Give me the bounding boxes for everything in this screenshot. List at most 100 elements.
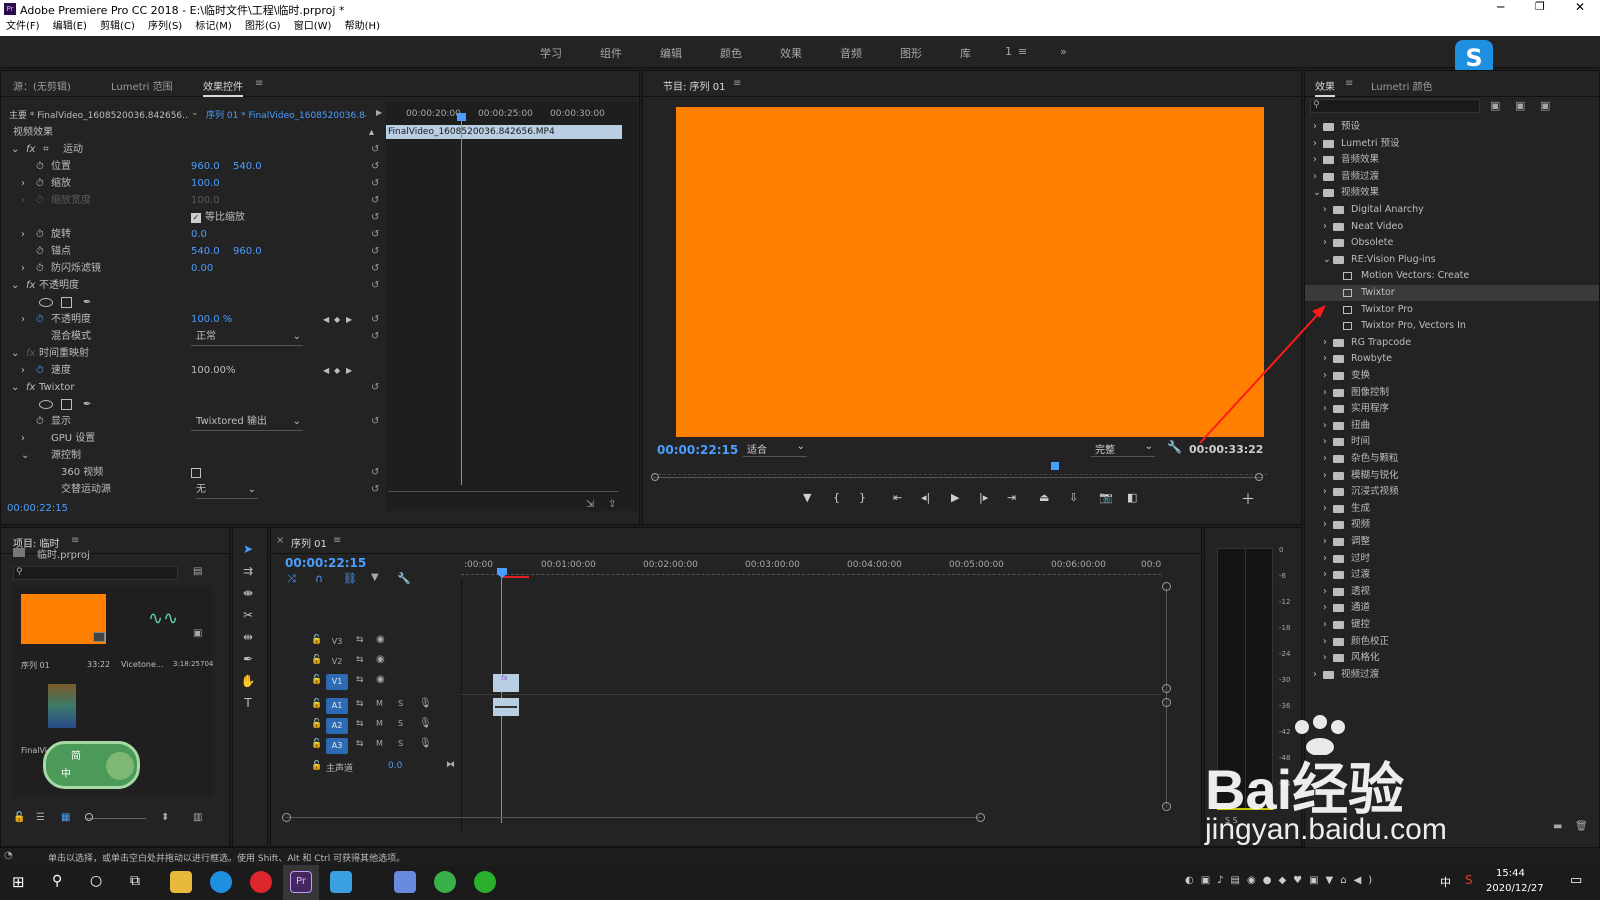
- effects-tree-item[interactable]: › 图像控制: [1305, 385, 1599, 401]
- lock-icon[interactable]: 🔓: [13, 812, 25, 823]
- chevron-right-icon[interactable]: ›: [1323, 484, 1327, 500]
- pen-mask-icon[interactable]: ✒: [83, 294, 91, 311]
- panel-menu-icon[interactable]: ≡: [1345, 78, 1353, 89]
- chevron-right-icon[interactable]: ›: [1313, 169, 1317, 185]
- effects-tree-item[interactable]: › Neat Video: [1305, 219, 1599, 235]
- reset-icon[interactable]: ↺: [371, 209, 379, 226]
- program-video-frame[interactable]: [676, 107, 1264, 437]
- effects-tree-item[interactable]: › 时间: [1305, 434, 1599, 450]
- chevron-right-icon[interactable]: ›: [21, 362, 25, 379]
- reset-icon[interactable]: ↺: [371, 464, 379, 481]
- chevron-right-icon[interactable]: ›: [1323, 634, 1327, 650]
- ellipse-mask-icon[interactable]: [39, 400, 53, 409]
- chevron-right-icon[interactable]: ›: [21, 226, 25, 243]
- mark-out-icon[interactable]: }: [859, 491, 866, 504]
- gpu-row[interactable]: › GPU 设置: [1, 430, 386, 447]
- chevron-right-icon[interactable]: ›: [1323, 418, 1327, 434]
- time-remap-row[interactable]: ⌄ fx 时间重映射: [1, 345, 386, 362]
- program-time-ruler[interactable]: [653, 467, 1268, 475]
- clip-bar[interactable]: FinalVideo_1608520036.842656.MP4: [386, 125, 622, 139]
- clock-time[interactable]: 15:44: [1496, 868, 1525, 879]
- effects-tree-item[interactable]: Motion Vectors: Create: [1305, 268, 1599, 284]
- razor-tool-icon[interactable]: ✂: [238, 608, 258, 626]
- solo-button[interactable]: S: [398, 719, 403, 728]
- speed-value[interactable]: 100.00%: [191, 362, 236, 379]
- sync-lock-icon[interactable]: ⇆: [356, 699, 364, 709]
- workspace-audio[interactable]: 音频: [840, 45, 862, 61]
- sort-icon[interactable]: ⬍: [161, 812, 169, 823]
- effects-tree-item[interactable]: › 过渡: [1305, 567, 1599, 583]
- chevron-right-icon[interactable]: ›: [1323, 468, 1327, 484]
- chevron-right-icon[interactable]: ›: [1313, 152, 1317, 168]
- scroll-handle-mid[interactable]: [1162, 684, 1171, 693]
- effects-tree-item[interactable]: › 杂色与颗粒: [1305, 451, 1599, 467]
- prev-keyframe-icon[interactable]: ◀: [323, 362, 329, 379]
- reset-icon[interactable]: ↺: [371, 311, 379, 328]
- sync-lock-icon[interactable]: ⇆: [356, 675, 364, 685]
- settings-wrench-icon[interactable]: 🔧: [397, 572, 411, 585]
- zoom-handle-left[interactable]: [651, 473, 659, 481]
- chevron-right-icon[interactable]: ›: [1323, 617, 1327, 633]
- close-icon[interactable]: ×: [276, 535, 284, 546]
- icon-view-icon[interactable]: ▦: [61, 812, 70, 823]
- ime-badge[interactable]: 简 中: [43, 741, 140, 789]
- effects-tree-item[interactable]: › 预设: [1305, 119, 1599, 135]
- effects-tree-item[interactable]: › 过时: [1305, 551, 1599, 567]
- go-to-end-icon[interactable]: ⧓: [446, 760, 455, 770]
- fit-dropdown[interactable]: 适合 ⌄: [743, 441, 807, 457]
- playhead-handle[interactable]: [457, 113, 466, 121]
- workspace-graphics[interactable]: 图形: [900, 45, 922, 61]
- lock-icon[interactable]: 🔓: [311, 761, 322, 771]
- ellipse-mask-icon[interactable]: [39, 298, 53, 307]
- lock-icon[interactable]: 🔓: [311, 635, 322, 645]
- work-area-bar[interactable]: [501, 576, 529, 578]
- zoom-handle-right[interactable]: [1255, 473, 1263, 481]
- chevron-right-icon[interactable]: ›: [1323, 451, 1327, 467]
- reset-icon[interactable]: ↺: [371, 141, 379, 158]
- audio-item-name[interactable]: Vicetone...: [121, 660, 164, 669]
- menu-edit[interactable]: 编辑(E): [53, 18, 87, 36]
- reset-icon[interactable]: ↺: [371, 175, 379, 192]
- stopwatch-icon[interactable]: ⏱: [36, 158, 44, 175]
- chevron-right-icon[interactable]: ›: [1323, 385, 1327, 401]
- chevron-right-icon[interactable]: ›: [21, 311, 25, 328]
- track-label[interactable]: A1: [326, 698, 348, 714]
- chevron-down-icon[interactable]: ⌄: [1323, 252, 1331, 268]
- workspace-learn[interactable]: 学习: [540, 45, 562, 61]
- chevron-down-icon[interactable]: ⌄: [21, 447, 29, 464]
- mute-button[interactable]: M: [376, 719, 383, 728]
- new-bin-icon[interactable]: ▬: [1553, 821, 1562, 832]
- play-arrow-icon[interactable]: ▶: [376, 108, 382, 117]
- tab-lumetri-scopes[interactable]: Lumetri 范围: [111, 78, 173, 93]
- workspace-color[interactable]: 颜色: [720, 45, 742, 61]
- mute-button[interactable]: M: [376, 739, 383, 748]
- thumbnail-size-slider[interactable]: [86, 818, 146, 819]
- chevron-down-icon[interactable]: ⌄: [1313, 185, 1321, 201]
- chevron-right-icon[interactable]: ›: [1323, 351, 1327, 367]
- wrench-icon[interactable]: 🔧: [1167, 440, 1182, 454]
- effects-tree-item[interactable]: › 视频过渡: [1305, 667, 1599, 683]
- chevron-right-icon[interactable]: ›: [1323, 551, 1327, 567]
- effects-tree-item[interactable]: › 键控: [1305, 617, 1599, 633]
- audio-waveform-icon[interactable]: ∿∿: [148, 608, 178, 629]
- add-keyframe-icon[interactable]: ◆: [334, 311, 340, 328]
- selection-tool-icon[interactable]: ➤: [238, 542, 258, 560]
- alt-motion-dropdown[interactable]: 无 ⌄: [196, 481, 258, 499]
- reset-icon[interactable]: ↺: [371, 260, 379, 277]
- effects-search-input[interactable]: ⚲: [1310, 99, 1480, 113]
- chevron-down-icon[interactable]: ⌄: [11, 345, 19, 362]
- workspace-editing[interactable]: 编辑: [660, 45, 682, 61]
- chevron-down-icon[interactable]: ⌄: [11, 141, 19, 158]
- opacity-value[interactable]: 100.0 %: [191, 311, 232, 328]
- sogou-tray-icon[interactable]: S: [1465, 873, 1473, 887]
- chevron-down-icon[interactable]: ⌄: [191, 108, 199, 118]
- effects-tree-item[interactable]: ⌄ 视频效果: [1305, 185, 1599, 201]
- track-label[interactable]: V1: [326, 674, 348, 690]
- workspace-number[interactable]: 1: [1005, 45, 1012, 58]
- chevron-right-icon[interactable]: ›: [1323, 335, 1327, 351]
- menu-sequence[interactable]: 序列(S): [148, 18, 182, 36]
- master-clip-label[interactable]: 主要 * FinalVideo_1608520036.842656...: [9, 108, 189, 121]
- program-timecode[interactable]: 00:00:22:15: [657, 443, 738, 457]
- effects-tree-item[interactable]: Twixtor: [1305, 285, 1599, 301]
- uniform-scale-checkbox[interactable]: ✓: [191, 213, 201, 223]
